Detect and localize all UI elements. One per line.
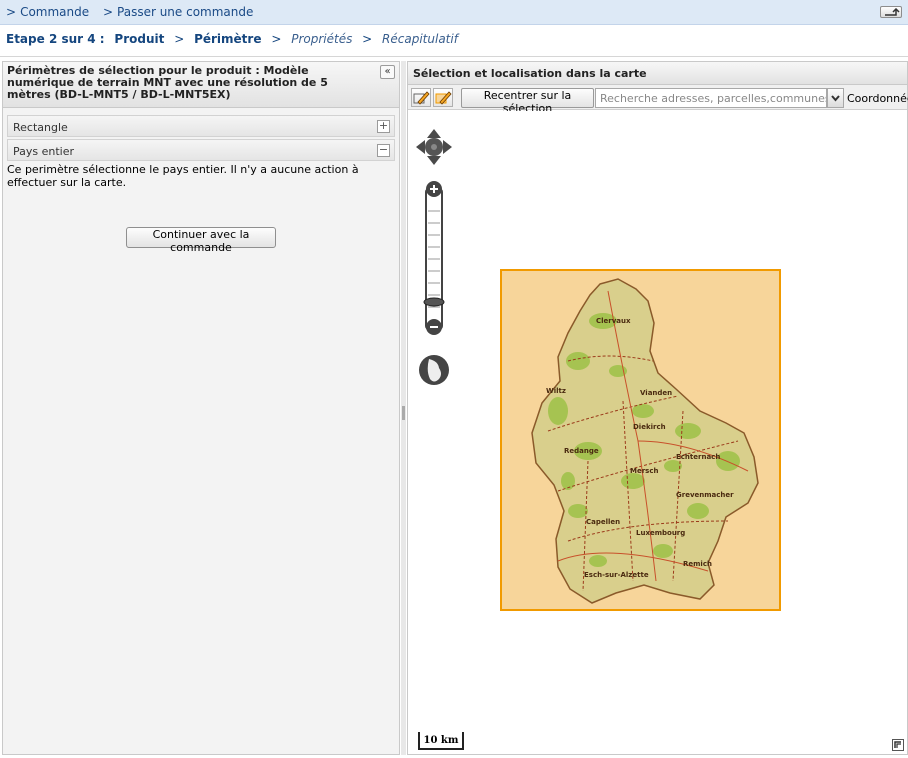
breadcrumb-bar: > Commande > Passer une commande [0, 0, 908, 25]
step-separator: > [271, 32, 282, 46]
step-recapitulatif: Récapitulatif [382, 32, 458, 46]
map-label-remich: Remich [683, 560, 712, 568]
scale-bar: 10 km [418, 732, 464, 750]
collapse-panel-button[interactable]: « [380, 65, 395, 79]
map-label-redange: Redange [564, 447, 599, 455]
zoom-slider[interactable] [423, 181, 445, 335]
map-label-echternach: Echternach [676, 453, 720, 461]
map-label-grevenmacher: Grevenmacher [676, 491, 734, 499]
map-svg: Clervaux Wiltz Diekirch Vianden Redange … [416, 129, 781, 611]
pencil-select-icon [435, 91, 452, 105]
step-separator: > [362, 32, 373, 46]
accordion-pays-entier[interactable]: Pays entier − [7, 139, 395, 161]
map-toolbar: Recentrer sur la sélection Coordonnées [408, 85, 908, 115]
accordion-label: Rectangle [13, 121, 68, 134]
map-panel-header: Sélection et localisation dans la carte [408, 62, 907, 85]
collapse-icon[interactable]: − [377, 144, 390, 157]
recenter-selection-button[interactable]: Recentrer sur la sélection [461, 88, 594, 115]
search-dropdown-button[interactable] [827, 88, 844, 108]
step-indicator: Etape 2 sur 4 : Produit > Périmètre > Pr… [0, 25, 908, 57]
map-label-luxembourg: Luxembourg [636, 529, 685, 537]
breadcrumb-item-passer-commande[interactable]: Passer une commande [117, 5, 253, 19]
select-tool-button[interactable] [433, 88, 453, 107]
step-counter: Etape 2 sur 4 : [6, 32, 105, 46]
chevron-down-icon [831, 95, 840, 102]
step-produit[interactable]: Produit [114, 32, 164, 46]
map-label-esch: Esch-sur-Alzette [584, 571, 649, 579]
map-panel: Sélection et localisation dans la carte … [407, 61, 908, 755]
map-panel-title: Sélection et localisation dans la carte [413, 67, 647, 80]
accordion-rectangle[interactable]: Rectangle + [7, 115, 395, 137]
map-label-capellen: Capellen [586, 518, 620, 526]
map-label-clervaux: Clervaux [596, 317, 631, 325]
map-label-mersch: Mersch [630, 467, 658, 475]
step-proprietes: Propriétés [291, 32, 353, 46]
full-extent-globe-icon[interactable] [419, 355, 449, 385]
exit-icon [885, 8, 900, 16]
pan-control[interactable] [416, 129, 452, 165]
continue-order-button[interactable]: Continuer avec la commande [126, 227, 276, 254]
perimeter-description: Ce perimètre sélectionne le pays entier.… [7, 163, 359, 189]
breadcrumb: > Commande > Passer une commande [6, 5, 257, 19]
breadcrumb-separator: > [6, 5, 17, 19]
map-canvas[interactable]: Clervaux Wiltz Diekirch Vianden Redange … [408, 111, 907, 754]
perimeter-panel: Périmètres de sélection pour le produit … [2, 61, 400, 755]
step-perimetre: Périmètre [194, 32, 262, 46]
breadcrumb-separator: > [102, 5, 114, 19]
map-label-vianden: Vianden [640, 389, 672, 397]
address-search-input[interactable] [595, 88, 827, 108]
overview-map-toggle[interactable] [892, 739, 904, 751]
panel-splitter[interactable] [401, 61, 406, 755]
perimeter-panel-title: Périmètres de sélection pour le produit … [7, 64, 328, 101]
zoom-handle [423, 297, 445, 307]
exit-button[interactable] [880, 6, 902, 18]
accordion-label: Pays entier [13, 145, 75, 158]
perimeter-panel-header: Périmètres de sélection pour le produit … [3, 62, 399, 108]
breadcrumb-item-commande[interactable]: Commande [20, 5, 89, 19]
splitter-grip[interactable] [402, 406, 405, 420]
overview-map-icon [894, 741, 901, 748]
coordinates-label[interactable]: Coordonnées [847, 92, 908, 105]
map-label-diekirch: Diekirch [633, 423, 666, 431]
step-separator: > [174, 32, 185, 46]
pencil-icon [413, 91, 430, 105]
draw-selection-button[interactable] [411, 88, 431, 107]
expand-icon[interactable]: + [377, 120, 390, 133]
map-label-wiltz: Wiltz [546, 387, 566, 395]
